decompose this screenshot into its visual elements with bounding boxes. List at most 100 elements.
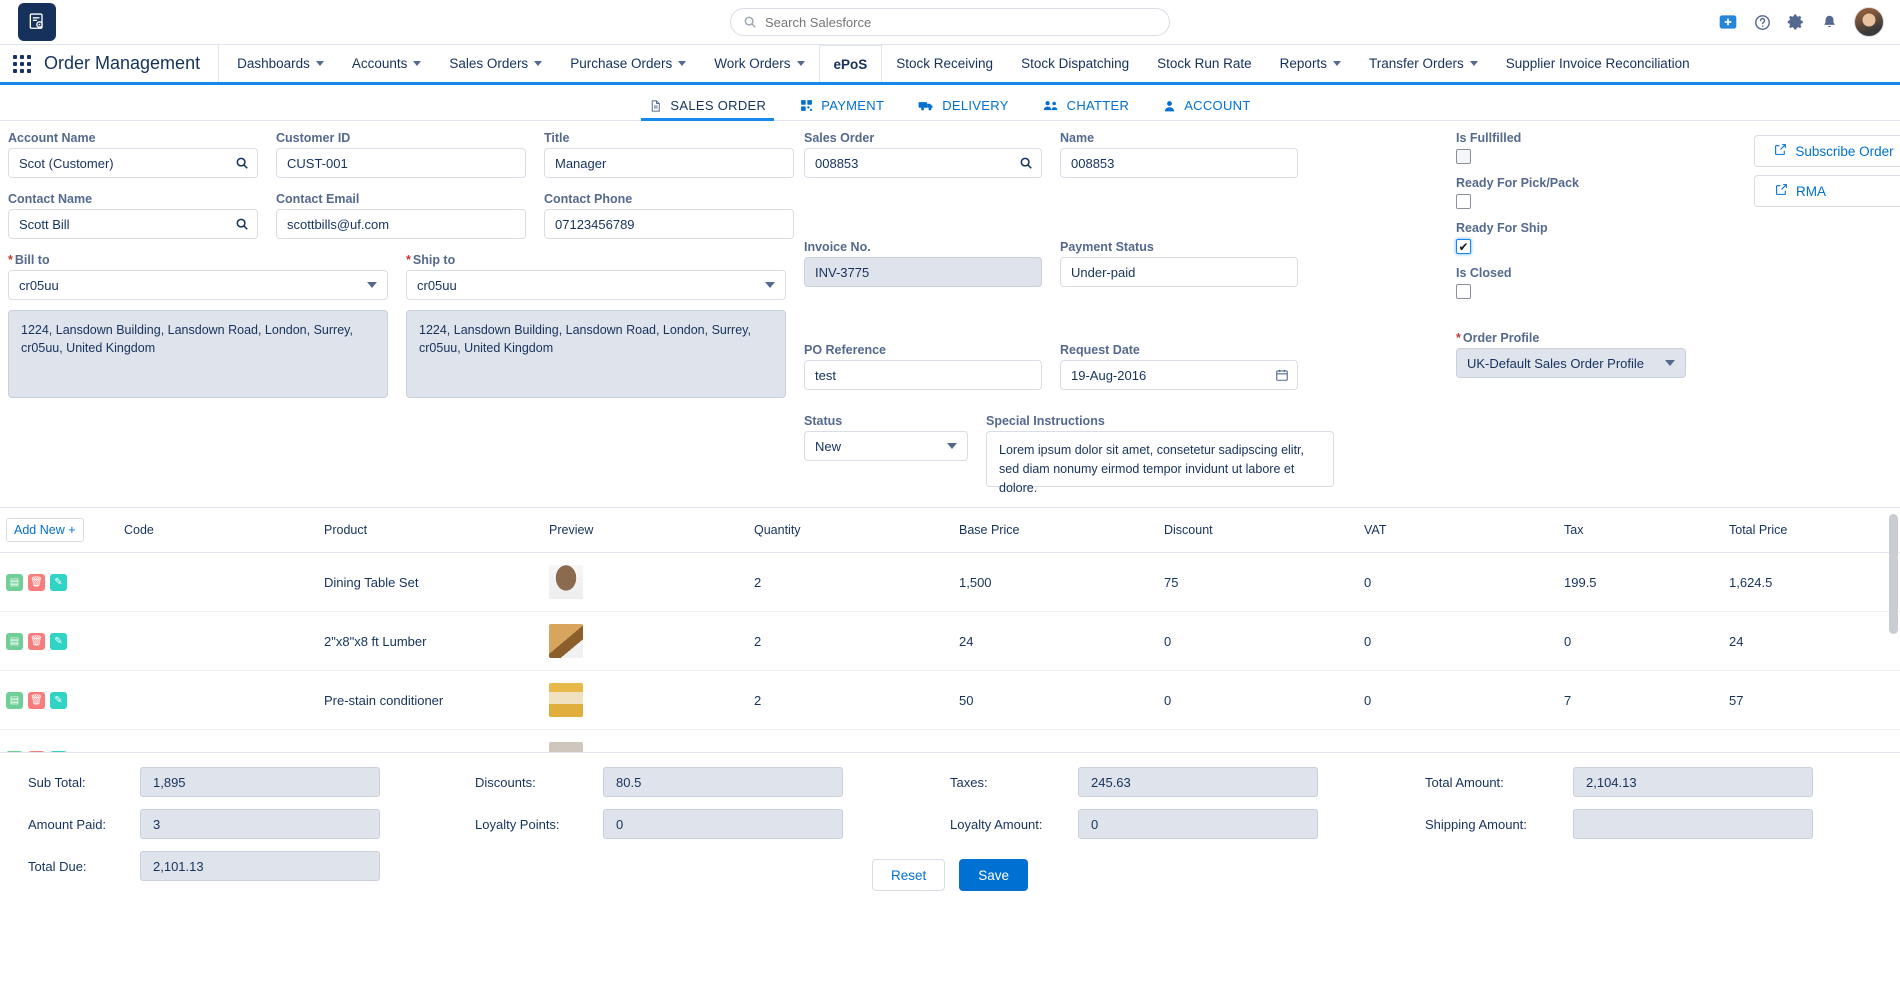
- search-icon[interactable]: [235, 217, 249, 231]
- nav-item-reports[interactable]: Reports: [1266, 45, 1355, 82]
- table-row[interactable]: ▤ 🗑 ✎ 2"x8"x8 ft Lumber 2 24 0 0 0 24: [0, 612, 1900, 671]
- row-actions: ▤ 🗑 ✎: [0, 671, 118, 730]
- tab-payment[interactable]: PAYMENT: [800, 98, 884, 120]
- cell-discount: 0: [1158, 671, 1358, 730]
- rma-button[interactable]: RMA: [1754, 175, 1900, 207]
- app-launcher-icon[interactable]: [0, 45, 44, 82]
- search-icon[interactable]: [1019, 156, 1033, 170]
- avatar[interactable]: [1854, 7, 1884, 37]
- tab-chatter[interactable]: CHATTER: [1043, 98, 1130, 120]
- ready-for-pick-pack-checkbox[interactable]: [1456, 194, 1471, 209]
- bill-to-select[interactable]: cr05uu: [8, 270, 388, 300]
- nav-item-stock-receiving[interactable]: Stock Receiving: [882, 45, 1007, 82]
- edit-icon[interactable]: ✎: [50, 574, 67, 591]
- add-icon[interactable]: [1718, 12, 1738, 32]
- contact-name-field[interactable]: Scott Bill: [8, 209, 258, 239]
- nav-item-transfer-orders[interactable]: Transfer Orders: [1355, 45, 1492, 82]
- nav-item-stock-dispatching[interactable]: Stock Dispatching: [1007, 45, 1143, 82]
- po-reference-field[interactable]: test: [804, 360, 1042, 390]
- request-date-field[interactable]: 19-Aug-2016: [1060, 360, 1298, 390]
- tab-delivery[interactable]: DELIVERY: [918, 98, 1008, 120]
- copy-icon[interactable]: ▤: [6, 692, 23, 709]
- sub-total-cell: Sub Total: 1,895: [0, 767, 475, 797]
- nav-item-sales-orders[interactable]: Sales Orders: [435, 45, 556, 82]
- total-due-input[interactable]: 2,101.13: [140, 851, 380, 881]
- special-instructions-field[interactable]: Lorem ipsum dolor sit amet, consetetur s…: [986, 431, 1334, 487]
- nav-items: Dashboards Accounts Sales Orders Purchas…: [223, 45, 1704, 82]
- title-field[interactable]: Manager: [544, 148, 794, 178]
- help-icon[interactable]: [1754, 14, 1771, 31]
- global-search[interactable]: [730, 8, 1170, 36]
- name-field[interactable]: 008853: [1060, 148, 1298, 178]
- loyalty-points-input[interactable]: 0: [603, 809, 843, 839]
- ready-for-ship-checkbox[interactable]: [1456, 239, 1471, 254]
- nav-item-work-orders[interactable]: Work Orders: [700, 45, 818, 82]
- delete-icon[interactable]: 🗑: [28, 574, 45, 591]
- is-closed-checkbox[interactable]: [1456, 284, 1471, 299]
- cell-base-price: 24: [953, 612, 1158, 671]
- table-scrollbar[interactable]: [1889, 514, 1898, 634]
- cell-total-price: 1,624.5: [1723, 553, 1900, 612]
- taxes-input[interactable]: 245.63: [1078, 767, 1318, 797]
- contact-phone-field[interactable]: 07123456789: [544, 209, 794, 239]
- discounts-input[interactable]: 80.5: [603, 767, 843, 797]
- add-new-button[interactable]: Add New +: [6, 518, 84, 542]
- edit-icon[interactable]: ✎: [50, 692, 67, 709]
- payment-status-field[interactable]: Under-paid: [1060, 257, 1298, 287]
- subscribe-order-button[interactable]: Subscribe Order: [1754, 135, 1900, 167]
- search-icon[interactable]: [235, 156, 249, 170]
- chevron-down-icon: [797, 61, 805, 66]
- table-row[interactable]: ▤ 🗑 ✎ Ladder-back chair 2 110 5.5 0 14.6…: [0, 730, 1900, 753]
- order-profile-select[interactable]: UK-Default Sales Order Profile: [1456, 348, 1686, 378]
- is-fullfilled-label: Is Fullfilled: [1456, 131, 1706, 145]
- sales-order-value: 008853: [815, 156, 858, 171]
- status-select[interactable]: New: [804, 431, 968, 461]
- customer-id-field[interactable]: CUST-001: [276, 148, 526, 178]
- nav-item-supplier-invoice-reconciliation[interactable]: Supplier Invoice Reconciliation: [1492, 45, 1704, 82]
- edit-icon[interactable]: ✎: [50, 633, 67, 650]
- gear-icon[interactable]: [1787, 13, 1805, 31]
- chair-thumb: [549, 742, 583, 752]
- nav-item-accounts[interactable]: Accounts: [338, 45, 436, 82]
- total-amount-label: Total Amount:: [1425, 775, 1573, 790]
- contact-email-field[interactable]: scottbills@uf.com: [276, 209, 526, 239]
- cell-vat: 0: [1358, 730, 1558, 753]
- tab-account[interactable]: ACCOUNT: [1163, 98, 1250, 120]
- copy-icon[interactable]: ▤: [6, 574, 23, 591]
- copy-icon[interactable]: ▤: [6, 633, 23, 650]
- is-fullfilled-checkbox[interactable]: [1456, 149, 1471, 164]
- sales-order-field[interactable]: 008853: [804, 148, 1042, 178]
- edit-icon[interactable]: ✎: [50, 751, 67, 753]
- sub-total-input[interactable]: 1,895: [140, 767, 380, 797]
- delete-icon[interactable]: 🗑: [28, 633, 45, 650]
- col-vat: VAT: [1358, 508, 1558, 553]
- search-input[interactable]: [765, 15, 1157, 30]
- shipping-amount-input[interactable]: [1573, 809, 1813, 839]
- delete-icon[interactable]: 🗑: [28, 692, 45, 709]
- calendar-icon[interactable]: [1275, 368, 1289, 382]
- save-button[interactable]: Save: [959, 859, 1028, 891]
- ship-to-select[interactable]: cr05uu: [406, 270, 786, 300]
- copy-icon[interactable]: ▤: [6, 751, 23, 753]
- bell-icon[interactable]: [1821, 14, 1838, 31]
- order-management-icon[interactable]: [18, 3, 56, 41]
- account-name-field[interactable]: Scot (Customer): [8, 148, 258, 178]
- contact-phone-label: Contact Phone: [544, 192, 794, 206]
- nav-item-dashboards[interactable]: Dashboards: [223, 45, 338, 82]
- nav-item-epos[interactable]: ePoS: [819, 45, 883, 82]
- cell-total-price: 24: [1723, 612, 1900, 671]
- col-product: Product: [318, 508, 543, 553]
- table-row[interactable]: ▤ 🗑 ✎ Pre-stain conditioner 2 50 0 0 7 5…: [0, 671, 1900, 730]
- amount-paid-input[interactable]: 3: [140, 809, 380, 839]
- nav-label: Stock Receiving: [896, 56, 993, 71]
- nav-label: Purchase Orders: [570, 56, 672, 71]
- nav-item-purchase-orders[interactable]: Purchase Orders: [556, 45, 700, 82]
- reset-button[interactable]: Reset: [872, 859, 945, 891]
- required-asterisk: *: [1456, 331, 1461, 345]
- loyalty-amount-input[interactable]: 0: [1078, 809, 1318, 839]
- table-row[interactable]: ▤ 🗑 ✎ Dining Table Set 2 1,500 75 0 199.…: [0, 553, 1900, 612]
- nav-item-stock-run-rate[interactable]: Stock Run Rate: [1143, 45, 1266, 82]
- total-amount-input[interactable]: 2,104.13: [1573, 767, 1813, 797]
- delete-icon[interactable]: 🗑: [28, 751, 45, 753]
- tab-sales-order[interactable]: SALES ORDER: [649, 98, 766, 120]
